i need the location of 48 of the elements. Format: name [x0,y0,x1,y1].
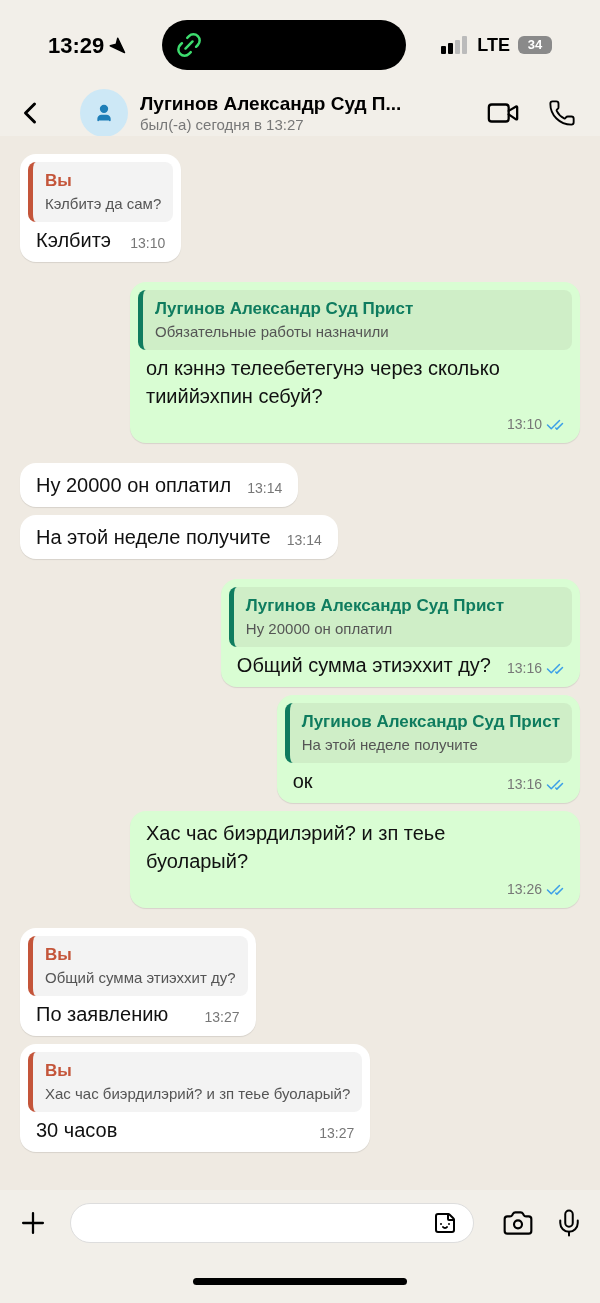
sticker-icon[interactable] [433,1211,457,1235]
quote-author: Лугинов Александр Суд Прист [301,711,560,733]
phone-call-icon[interactable] [548,99,576,127]
message-time: 13:14 [286,531,322,550]
message-time: 13:16 [506,775,542,794]
message-text: Хас час биэрдилэрий? и зп теье буоларый? [146,821,447,874]
message-input-field[interactable] [70,1203,474,1243]
quoted-message[interactable]: Лугинов Александр Суд Прист Обязательные работы назначили [138,290,572,350]
quoted-message[interactable]: Вы Кэлбитэ да сам? [28,162,174,222]
quote-text: Хас час биэрдилэрий? и зп теье буоларый? [45,1085,351,1104]
quote-author: Вы [45,944,73,966]
quote-text: Общий сумма этиэххит ду? [45,969,236,988]
quoted-message[interactable]: Вы Хас час биэрдилэрий? и зп теье буоларый? [28,1052,363,1112]
quote-text: Ну 20000 он оплатил [245,620,394,639]
quote-text: Кэлбитэ да сам? [45,195,162,214]
message-text: По заявлению [36,1002,169,1027]
quoted-message[interactable]: Лугинов Александр Суд Прист Ну 20000 он оплатил [228,587,572,647]
message-time: 13:16 [506,659,542,678]
message-text: Ну 20000 он оплатил [36,473,232,498]
message-text: Кэлбитэ [36,228,112,253]
message-time: 13:10 [506,415,542,434]
quote-author: Вы [45,170,73,192]
network-label: LTE [477,33,510,57]
message-text: ок [292,769,313,794]
message-text: Общий сумма этиэххит ду? [236,653,491,678]
message-time: 13:27 [319,1124,355,1143]
quoted-message[interactable]: Лугинов Александр Суд Прист На этой неделе получите [284,703,572,763]
battery-indicator: 34 [518,36,552,54]
message-time: 13:10 [130,234,166,253]
message-time: 13:14 [247,479,283,498]
quote-text: На этой неделе получите [301,736,479,755]
contact-avatar[interactable] [80,89,128,137]
quoted-message[interactable]: Вы Общий сумма этиэххит ду? [28,936,248,996]
quote-author: Лугинов Александр Суд Прист [245,595,506,617]
message-time: 13:26 [506,880,542,899]
location-arrow-icon [108,36,127,54]
last-seen: был(-а) сегодня в 13:27 [140,115,305,135]
person-icon [94,103,114,123]
contact-name[interactable]: Лугинов Александр Суд П... [140,91,470,116]
quote-text: Обязательные работы назначили [155,323,390,342]
message-time: 13:27 [204,1008,240,1027]
quote-author: Вы [45,1060,73,1082]
message-text: На этой неделе получите [36,525,271,550]
signal-icon [441,36,470,54]
quote-author: Лугинов Александр Суд Прист [155,298,415,320]
clock-time: 13:29 [48,31,105,60]
message-text: ол кэннэ телеебетегунэ через сколько тииййэхпин себуй? [146,356,501,409]
message-text: 30 часов [36,1118,118,1143]
